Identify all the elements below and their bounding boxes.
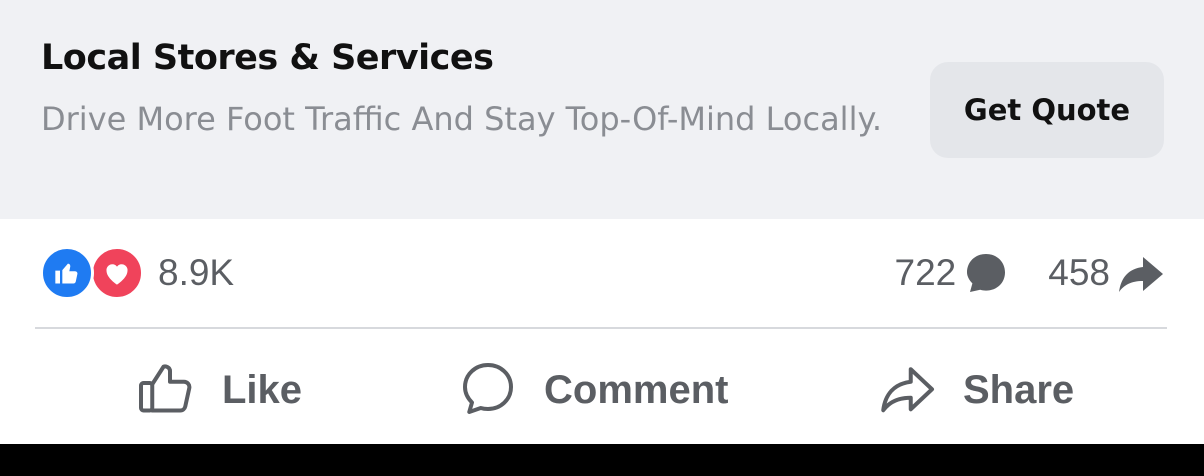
- like-label: Like: [222, 367, 303, 412]
- post-actions-bar: Like Comment Share: [0, 340, 1204, 440]
- divider: [35, 327, 1167, 329]
- shares-count[interactable]: 458: [1048, 252, 1110, 294]
- reactions-summary[interactable]: 8.9K: [40, 246, 234, 300]
- share-label: Share: [963, 367, 1075, 412]
- comment-label: Comment: [544, 367, 729, 412]
- like-button[interactable]: Like: [136, 358, 302, 422]
- bottom-bar: [0, 444, 1204, 476]
- banner-title: Local Stores & Services: [41, 38, 494, 78]
- comment-button[interactable]: Comment: [458, 358, 728, 422]
- banner-description: Drive More Foot Traffic And Stay Top-Of-…: [41, 100, 882, 138]
- ad-link-banner[interactable]: Local Stores & Services Drive More Foot …: [0, 0, 1204, 219]
- share-icon: [877, 358, 937, 423]
- share-arrow-icon: [1116, 249, 1166, 297]
- thumbs-up-icon: [136, 358, 196, 423]
- reactions-count: 8.9K: [158, 252, 235, 293]
- engagement-stats: 722 458: [895, 246, 1166, 300]
- comments-count[interactable]: 722: [895, 252, 957, 294]
- love-reaction-icon: [90, 246, 144, 300]
- post-card: Local Stores & Services Drive More Foot …: [0, 0, 1204, 444]
- get-quote-button[interactable]: Get Quote: [930, 62, 1164, 158]
- like-reaction-icon: [40, 246, 94, 300]
- comment-bubble-icon: [962, 249, 1010, 297]
- share-button[interactable]: Share: [877, 358, 1074, 422]
- comment-icon: [458, 358, 518, 423]
